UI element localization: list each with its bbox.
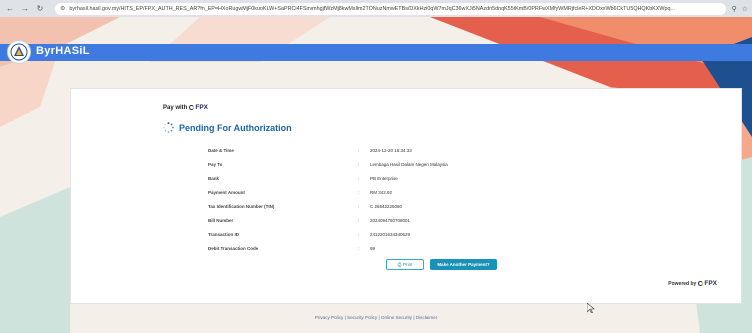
detail-colon: : <box>358 203 360 209</box>
fpx-logo: FPX <box>189 104 208 111</box>
detail-row: Debit Transaction Code : 99 <box>208 241 548 255</box>
payment-status-card: Pay with FPX Pending For Authorization D… <box>70 88 742 304</box>
detail-colon: : <box>358 231 360 237</box>
detail-label: Payment Amount <box>208 189 245 195</box>
pay-with-label: Pay with FPX <box>163 104 208 111</box>
status-header: Pending For Authorization <box>163 122 292 133</box>
address-bar[interactable]: ⚙ byrhasil.hasil.gov.my/HITS_EP/FPX_AUTH… <box>55 2 726 15</box>
detail-label: Pay To <box>208 161 223 167</box>
detail-value: RM 342.92 <box>370 189 393 195</box>
fpx-icon <box>189 105 195 110</box>
pay-with-text: Pay with <box>163 104 188 111</box>
reload-icon[interactable]: ↻ <box>34 3 46 15</box>
hasil-logo-icon <box>10 43 28 61</box>
back-arrow-icon[interactable]: ← <box>4 3 16 15</box>
fpx-icon <box>698 281 704 286</box>
detail-value: 2024-12-20 16:34:33 <box>370 147 412 153</box>
detail-colon: : <box>358 217 360 223</box>
printer-icon: ⎙ <box>397 262 402 267</box>
detail-colon: : <box>358 161 360 167</box>
detail-row: Pay To : Lembaga Hasil Dalam Negeri Mala… <box>208 157 548 171</box>
fpx-logo: FPX <box>698 280 717 287</box>
brand-name: ByrHASiL <box>36 45 90 57</box>
forward-arrow-icon[interactable]: → <box>19 3 31 15</box>
detail-label: Tax Identification Number (TIN) <box>208 203 275 209</box>
powered-by-text: Powered by <box>668 280 697 287</box>
site-info-icon[interactable]: ⚙ <box>60 5 65 12</box>
detail-label: Transaction ID <box>208 231 240 237</box>
detail-colon: : <box>358 245 360 251</box>
detail-value: C 26542225080 <box>370 203 403 209</box>
zoom-icon[interactable]: ⚲ <box>732 5 737 13</box>
url-text: byrhasil.hasil.gov.my/HITS_EP/FPX_AUTH_R… <box>69 5 675 12</box>
print-label: Print <box>403 262 413 267</box>
star-icon[interactable]: ☆ <box>742 5 748 13</box>
header-bar <box>0 44 752 61</box>
make-another-payment-button[interactable]: Make Another Payment? <box>430 259 497 270</box>
detail-value: 2024094780708001 <box>370 217 411 223</box>
detail-label: Bill Number <box>208 217 234 223</box>
powered-by-fpx: Powered by FPX <box>668 280 717 287</box>
detail-row: Bank : PB Enterprise <box>208 171 548 185</box>
detail-value: 99 <box>370 245 376 251</box>
print-button[interactable]: ⎙ Print <box>386 259 424 270</box>
detail-value: 2412201634340629 <box>370 231 411 237</box>
status-title: Pending For Authorization <box>179 122 292 133</box>
detail-row: Tax Identification Number (TIN) : C 2654… <box>208 199 548 213</box>
detail-label: Debit Transaction Code <box>208 245 259 251</box>
transaction-details: Date & Time : 2024-12-20 16:34:33 Pay To… <box>208 143 548 255</box>
detail-value: PB Enterprise <box>370 175 398 181</box>
footer-links[interactable]: Privacy Policy | Security Policy | Onlin… <box>0 315 752 320</box>
detail-row: Transaction ID : 2412201634340629 <box>208 227 548 241</box>
detail-row: Bill Number : 2024094780708001 <box>208 213 548 227</box>
loading-spinner-icon <box>163 122 174 133</box>
detail-colon: : <box>358 189 360 195</box>
detail-colon: : <box>358 147 360 153</box>
mouse-cursor-icon <box>587 303 595 313</box>
detail-colon: : <box>358 175 360 181</box>
detail-label: Bank <box>208 175 220 181</box>
logo[interactable] <box>7 40 31 64</box>
browser-toolbar: ← → ↻ ⚙ byrhasil.hasil.gov.my/HITS_EP/FP… <box>0 0 752 17</box>
fpx-text: FPX <box>195 104 208 111</box>
detail-row: Date & Time : 2024-12-20 16:34:33 <box>208 143 548 157</box>
fpx-text: FPX <box>704 280 717 287</box>
detail-row: Payment Amount : RM 342.92 <box>208 185 548 199</box>
detail-value: Lembaga Hasil Dalam Negeri Malaysia <box>370 161 448 167</box>
detail-label: Date & Time <box>208 147 234 153</box>
